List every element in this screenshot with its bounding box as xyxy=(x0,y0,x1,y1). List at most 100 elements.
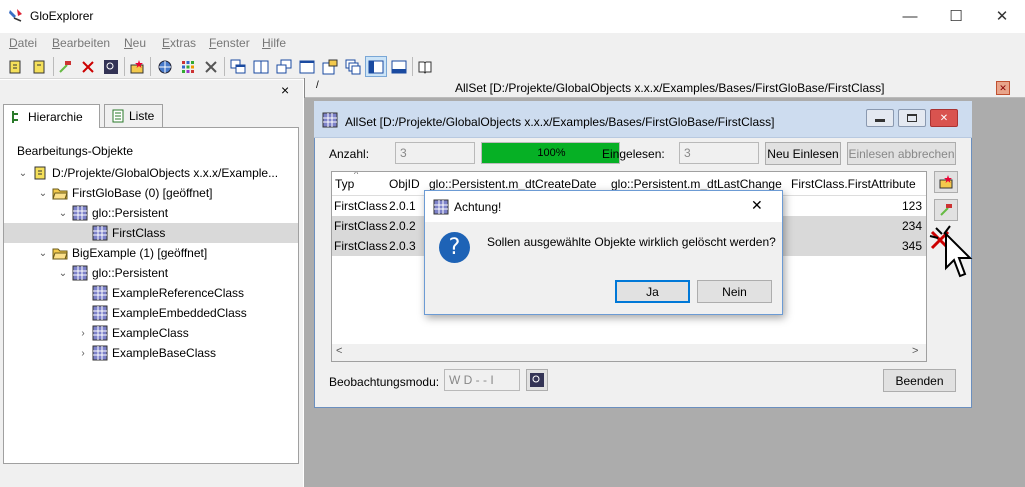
column-header-objid[interactable]: ObjID xyxy=(389,177,420,191)
document-tab-close-button[interactable]: ✕ xyxy=(996,81,1010,95)
object-tree[interactable]: Bearbeitungs-Objekte ⌄ D:/Projekte/Global… xyxy=(3,127,299,464)
menu-neu[interactable]: Neu xyxy=(124,36,146,50)
tab-hierarchie[interactable]: Hierarchie xyxy=(3,104,100,128)
menu-extras[interactable]: Extras xyxy=(162,36,196,50)
help-book-tool[interactable] xyxy=(414,56,436,77)
multi-window-tool[interactable] xyxy=(342,56,364,77)
database-icon xyxy=(34,166,46,180)
question-icon: ? xyxy=(439,232,470,263)
column-header-lastchange[interactable]: glo::Persistent.m_dtLastChange xyxy=(611,177,782,191)
chevron-down-icon[interactable]: ⌄ xyxy=(38,248,48,259)
chevron-right-icon[interactable]: › xyxy=(78,348,88,359)
chevron-down-icon[interactable]: ⌄ xyxy=(58,208,68,219)
tab-hierarchie-label: Hierarchie xyxy=(28,109,83,124)
tree-rows: ⌄ D:/Projekte/GlobalObjects x.x.x/Example… xyxy=(4,163,298,363)
sort-arrow-icon: ^ xyxy=(354,171,359,179)
doc-tab-slant: / xyxy=(316,80,319,91)
class-table-icon xyxy=(92,325,108,341)
dialog-close-button[interactable]: ✕ xyxy=(751,197,763,214)
grid-tool[interactable] xyxy=(177,56,199,77)
tree-item[interactable]: FirstClass xyxy=(4,223,298,243)
menu-datei[interactable]: Datei xyxy=(9,36,37,50)
chevron-down-icon[interactable]: ⌄ xyxy=(38,188,48,199)
scroll-right-icon[interactable]: > xyxy=(912,345,918,357)
delete-icon xyxy=(82,60,94,73)
close-button[interactable]: ✕ xyxy=(979,0,1025,32)
tools-tool[interactable] xyxy=(200,56,222,77)
cell-objid: 2.0.2 xyxy=(389,219,416,233)
search-tool[interactable] xyxy=(100,56,122,77)
cell-typ: FirstClass xyxy=(334,219,388,233)
properties-tool[interactable] xyxy=(319,56,341,77)
globe-tool[interactable] xyxy=(154,56,176,77)
tree-item[interactable]: ⌄ BigExample (1) [geöffnet] xyxy=(4,243,298,263)
class-table-icon xyxy=(92,345,108,361)
window-tool[interactable] xyxy=(296,56,318,77)
tree-item[interactable]: ExampleEmbeddedClass xyxy=(4,303,298,323)
bottom-panel-toggle[interactable] xyxy=(388,56,410,77)
class-table-icon xyxy=(92,285,108,301)
column-header-createdate[interactable]: glo::Persistent.m_dtCreateDate xyxy=(429,177,596,191)
inner-minimize-button[interactable] xyxy=(866,109,894,127)
chevron-down-icon[interactable]: ⌄ xyxy=(58,268,68,279)
cascade-tool[interactable] xyxy=(227,56,249,77)
folder-open-icon xyxy=(52,188,68,200)
tab-liste-label: Liste xyxy=(129,109,155,123)
dialog-yes-button[interactable]: Ja xyxy=(615,280,690,303)
tile-vertical-tool[interactable] xyxy=(250,56,272,77)
tree-item-label: D:/Projekte/GlobalObjects x.x.x/Example.… xyxy=(52,166,279,180)
folder-open-icon xyxy=(52,248,68,260)
restore-windows-icon xyxy=(276,59,292,73)
restore-tool[interactable] xyxy=(273,56,295,77)
new-object-tool[interactable] xyxy=(126,56,148,77)
menu-bearbeiten[interactable]: Bearbeiten xyxy=(52,36,110,50)
panel-bottom-icon xyxy=(391,60,407,73)
tree-item[interactable]: › ExampleBaseClass xyxy=(4,343,298,363)
inner-restore-button[interactable] xyxy=(898,109,926,127)
delete-tool[interactable] xyxy=(77,56,99,77)
left-panel-toggle[interactable] xyxy=(365,56,387,77)
open-db-tool[interactable] xyxy=(4,56,26,77)
progress-bar: 100% xyxy=(481,142,620,164)
class-table-icon xyxy=(433,199,449,215)
class-table-icon xyxy=(322,112,338,128)
left-panel-close-button[interactable]: × xyxy=(281,82,289,98)
column-header-firstattribute[interactable]: FirstClass.FirstAttribute xyxy=(791,177,916,191)
class-table-icon xyxy=(72,205,88,221)
chevron-right-icon[interactable]: › xyxy=(78,328,88,339)
document-tab-title[interactable]: AllSet [D:/Projekte/GlobalObjects x.x.x/… xyxy=(455,81,884,95)
edit-object-side-button[interactable] xyxy=(934,199,958,221)
key-icon xyxy=(9,60,21,73)
menu-hilfe[interactable]: Hilfe xyxy=(262,36,286,50)
tree-item[interactable]: › ExampleClass xyxy=(4,323,298,343)
tree-item[interactable]: ExampleReferenceClass xyxy=(4,283,298,303)
toolbar-separator xyxy=(150,57,151,76)
neu-einlesen-button[interactable]: Neu Einlesen xyxy=(765,142,841,165)
beenden-button[interactable]: Beenden xyxy=(883,369,956,392)
open-db2-tool[interactable] xyxy=(28,56,50,77)
column-header-typ[interactable]: Typ xyxy=(335,177,354,191)
list-icon xyxy=(112,109,124,123)
inner-close-button[interactable]: ✕ xyxy=(930,109,958,127)
chevron-down-icon[interactable]: ⌄ xyxy=(18,168,28,179)
hammer-tool[interactable] xyxy=(54,56,76,77)
toolbar-separator xyxy=(224,57,225,76)
tree-item[interactable]: ⌄ D:/Projekte/GlobalObjects x.x.x/Example… xyxy=(4,163,298,183)
scroll-left-icon[interactable]: < xyxy=(336,345,342,357)
tree-item[interactable]: ⌄ glo::Persistent xyxy=(4,203,298,223)
tab-liste[interactable]: Liste xyxy=(104,104,163,127)
maximize-button[interactable]: ☐ xyxy=(933,0,979,32)
dialog-title: Achtung! xyxy=(454,200,502,214)
horizontal-scrollbar[interactable]: < > xyxy=(332,344,926,361)
toolbar-separator xyxy=(124,57,125,76)
beobachtung-search-button[interactable] xyxy=(526,369,548,391)
tree-item-label: BigExample (1) [geöffnet] xyxy=(72,246,208,260)
menu-fenster[interactable]: Fenster xyxy=(209,36,250,50)
tree-item[interactable]: ⌄ FirstGloBase (0) [geöffnet] xyxy=(4,183,298,203)
einlesen-abbrechen-button[interactable]: Einlesen abbrechen xyxy=(847,142,956,165)
dialog-no-button[interactable]: Nein xyxy=(697,280,772,303)
new-object-side-button[interactable] xyxy=(934,171,958,193)
tree-item[interactable]: ⌄ glo::Persistent xyxy=(4,263,298,283)
multi-window-icon xyxy=(345,59,361,74)
minimize-button[interactable]: — xyxy=(887,0,933,32)
